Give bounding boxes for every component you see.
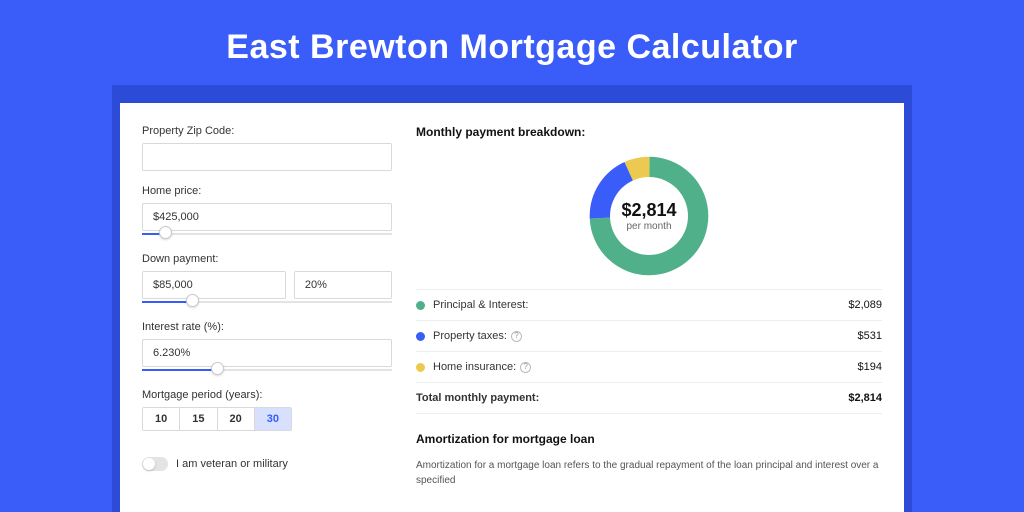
period-button-10[interactable]: 10 bbox=[143, 408, 179, 430]
donut-value: $2,814 bbox=[621, 200, 676, 221]
period-button-15[interactable]: 15 bbox=[179, 408, 216, 430]
down-pct-input[interactable] bbox=[294, 271, 392, 299]
donut-sub: per month bbox=[626, 221, 671, 232]
legend-item-value: $531 bbox=[858, 330, 882, 342]
page-title: East Brewton Mortgage Calculator bbox=[0, 0, 1024, 85]
down-slider-fill bbox=[142, 301, 192, 303]
price-group: Home price: bbox=[142, 185, 392, 239]
rate-slider-fill bbox=[142, 369, 217, 371]
legend-row: Property taxes:?$531 bbox=[416, 321, 882, 352]
period-button-30[interactable]: 30 bbox=[254, 408, 291, 430]
legend-total-value: $2,814 bbox=[848, 392, 882, 404]
legend-item-value: $194 bbox=[858, 361, 882, 373]
price-input[interactable] bbox=[142, 203, 392, 231]
legend-item-label: Property taxes:? bbox=[433, 330, 858, 342]
price-slider[interactable] bbox=[142, 229, 392, 239]
legend: Principal & Interest:$2,089Property taxe… bbox=[416, 289, 882, 414]
zip-input[interactable] bbox=[142, 143, 392, 171]
veteran-row: I am veteran or military bbox=[142, 457, 392, 471]
legend-item-label: Principal & Interest: bbox=[433, 299, 848, 311]
rate-slider-thumb[interactable] bbox=[211, 362, 224, 375]
calculator-card: Property Zip Code: Home price: Down paym… bbox=[120, 103, 904, 512]
rate-slider[interactable] bbox=[142, 365, 392, 375]
period-buttons: 10152030 bbox=[142, 407, 292, 431]
legend-dot bbox=[416, 363, 425, 372]
veteran-toggle[interactable] bbox=[142, 457, 168, 471]
period-button-20[interactable]: 20 bbox=[217, 408, 254, 430]
legend-dot bbox=[416, 332, 425, 341]
info-icon[interactable]: ? bbox=[520, 362, 531, 373]
legend-total-label: Total monthly payment: bbox=[416, 392, 848, 404]
down-group: Down payment: bbox=[142, 253, 392, 307]
rate-label: Interest rate (%): bbox=[142, 321, 392, 333]
rate-group: Interest rate (%): bbox=[142, 321, 392, 375]
amortization-section: Amortization for mortgage loan Amortizat… bbox=[416, 432, 882, 488]
amortization-heading: Amortization for mortgage loan bbox=[416, 432, 882, 446]
price-label: Home price: bbox=[142, 185, 392, 197]
price-slider-thumb[interactable] bbox=[159, 226, 172, 239]
band: Property Zip Code: Home price: Down paym… bbox=[112, 85, 912, 512]
legend-row: Home insurance:?$194 bbox=[416, 352, 882, 383]
breakdown-heading: Monthly payment breakdown: bbox=[416, 125, 882, 139]
period-label: Mortgage period (years): bbox=[142, 389, 392, 401]
donut-chart: $2,814 per month bbox=[588, 155, 710, 277]
veteran-label: I am veteran or military bbox=[176, 458, 288, 470]
summary-column: Monthly payment breakdown: $2,814 per mo… bbox=[416, 125, 882, 512]
inputs-column: Property Zip Code: Home price: Down paym… bbox=[142, 125, 392, 512]
legend-row: Principal & Interest:$2,089 bbox=[416, 290, 882, 321]
period-group: Mortgage period (years): 10152030 bbox=[142, 389, 392, 431]
legend-item-value: $2,089 bbox=[848, 299, 882, 311]
amortization-body: Amortization for a mortgage loan refers … bbox=[416, 458, 882, 488]
legend-item-label: Home insurance:? bbox=[433, 361, 858, 373]
donut-chart-wrap: $2,814 per month bbox=[416, 155, 882, 277]
zip-label: Property Zip Code: bbox=[142, 125, 392, 137]
rate-input[interactable] bbox=[142, 339, 392, 367]
down-slider[interactable] bbox=[142, 297, 392, 307]
down-label: Down payment: bbox=[142, 253, 392, 265]
down-amount-input[interactable] bbox=[142, 271, 286, 299]
info-icon[interactable]: ? bbox=[511, 331, 522, 342]
legend-total-row: Total monthly payment:$2,814 bbox=[416, 383, 882, 414]
legend-dot bbox=[416, 301, 425, 310]
zip-group: Property Zip Code: bbox=[142, 125, 392, 171]
down-slider-thumb[interactable] bbox=[186, 294, 199, 307]
